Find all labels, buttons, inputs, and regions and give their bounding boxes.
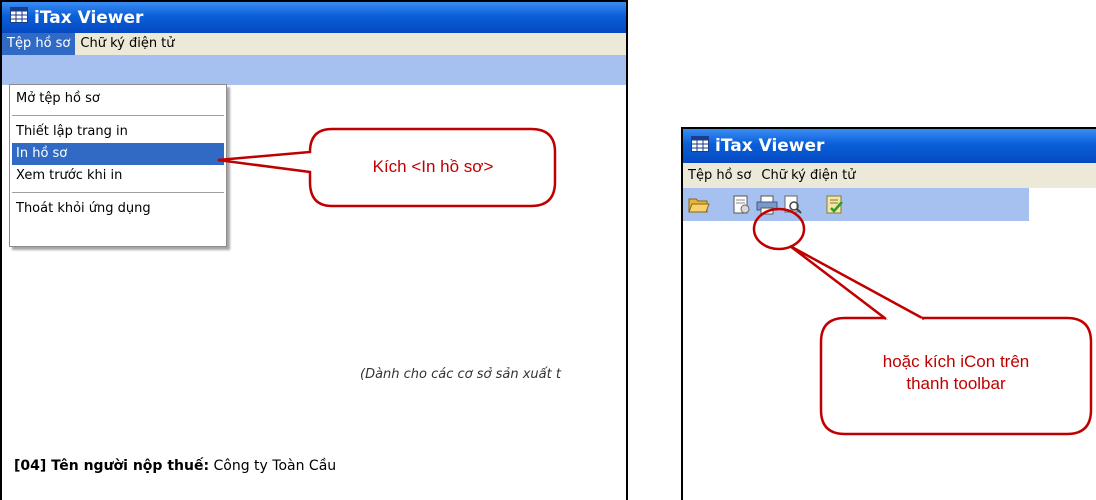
menu-bar: Tệp hồ sơ Chữ ký điện tử	[2, 33, 626, 55]
itax-viewer-window-left: iTax Viewer Tệp hồ sơ Chữ ký điện tử (Dà…	[0, 0, 628, 500]
title-bar[interactable]: iTax Viewer	[2, 2, 626, 33]
menu-item-exit[interactable]: Thoát khỏi ứng dụng	[12, 198, 224, 220]
menu-item-print-preview[interactable]: Xem trước khi in	[12, 165, 224, 187]
menu-digital-signature[interactable]: Chữ ký điện tử	[75, 33, 179, 55]
callout-print-icon-text: hoặc kích iCon trên thanh toolbar	[826, 351, 1086, 395]
menu-separator	[12, 192, 224, 193]
window-title: iTax Viewer	[34, 7, 144, 28]
document-icon[interactable]	[732, 195, 752, 215]
file-dropdown-menu: Mở tệp hồ sơ Thiết lập trang in In hồ sơ…	[9, 84, 227, 247]
toolbar	[2, 55, 626, 85]
printer-icon[interactable]	[755, 195, 779, 215]
menu-digital-signature[interactable]: Chữ ký điện tử	[756, 165, 860, 187]
menu-item-page-setup[interactable]: Thiết lập trang in	[12, 121, 224, 143]
toolbar	[683, 188, 1029, 221]
print-preview-icon[interactable]	[783, 195, 803, 215]
folder-open-icon[interactable]	[688, 196, 710, 214]
menu-bar: Tệp hồ sơ Chữ ký điện tử	[683, 163, 1096, 188]
menu-item-open-file[interactable]: Mở tệp hồ sơ	[12, 88, 224, 110]
menu-file[interactable]: Tệp hồ sơ	[2, 33, 76, 55]
callout-line-2: thanh toolbar	[906, 374, 1006, 393]
menu-item-print-file[interactable]: In hồ sơ	[12, 143, 224, 165]
menu-file[interactable]: Tệp hồ sơ	[683, 165, 756, 187]
taxpayer-value: Công ty Toàn Cầu	[213, 458, 337, 474]
checklist-icon[interactable]	[825, 195, 845, 215]
window-title: iTax Viewer	[715, 136, 825, 156]
document-note: (Dành cho các cơ sở sản xuất t	[360, 367, 561, 382]
taxpayer-line: [04] Tên người nộp thuế: Công ty Toàn Cầ…	[14, 458, 336, 474]
app-table-icon	[10, 7, 28, 28]
title-bar[interactable]: iTax Viewer	[683, 129, 1096, 163]
callout-line-1: hoặc kích iCon trên	[882, 352, 1030, 371]
app-table-icon	[691, 135, 709, 157]
itax-viewer-window-right: iTax Viewer Tệp hồ sơ Chữ ký điện tử	[681, 127, 1096, 500]
menu-separator	[12, 115, 224, 116]
taxpayer-label: [04] Tên người nộp thuế:	[14, 458, 210, 474]
callout-print-menu-text: Kích <In hồ sơ>	[372, 157, 494, 176]
